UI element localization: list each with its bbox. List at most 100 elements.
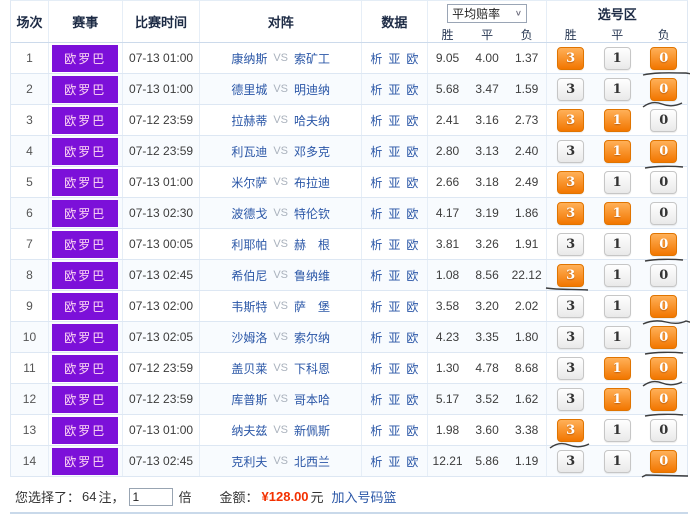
europe-odds-link[interactable]: 欧 xyxy=(406,112,418,129)
pick-button-win[interactable]: 3 xyxy=(557,356,585,380)
pick-button-draw[interactable]: 1 xyxy=(603,387,631,411)
asia-odds-link[interactable]: 亚 xyxy=(388,174,400,191)
europe-odds-link[interactable]: 欧 xyxy=(406,267,418,284)
europe-odds-link[interactable]: 欧 xyxy=(406,422,418,439)
analysis-link[interactable]: 析 xyxy=(370,112,382,129)
analysis-link[interactable]: 析 xyxy=(370,298,382,315)
home-team-link[interactable]: 拉赫蒂 xyxy=(211,112,267,129)
away-team-link[interactable]: 鲁纳维 xyxy=(294,267,350,284)
pick-button-win[interactable]: 3 xyxy=(557,387,585,411)
multiplier-input[interactable] xyxy=(128,487,173,506)
analysis-link[interactable]: 析 xyxy=(370,422,382,439)
europe-odds-link[interactable]: 欧 xyxy=(406,298,418,315)
home-team-link[interactable]: 希伯尼 xyxy=(211,267,267,284)
pick-button-win[interactable]: 3 xyxy=(557,263,585,287)
home-team-link[interactable]: 波德戈 xyxy=(211,205,267,222)
pick-button-win[interactable]: 3 xyxy=(557,294,585,318)
pick-button-lose[interactable]: 0 xyxy=(650,201,678,225)
pick-button-lose[interactable]: 0 xyxy=(650,263,678,287)
pick-button-win[interactable]: 3 xyxy=(557,108,585,132)
europe-odds-link[interactable]: 欧 xyxy=(406,391,418,408)
away-team-link[interactable]: 赫 根 xyxy=(294,236,350,253)
home-team-link[interactable]: 利耶帕 xyxy=(211,236,267,253)
europe-odds-link[interactable]: 欧 xyxy=(406,205,418,222)
pick-button-draw[interactable]: 1 xyxy=(603,449,631,473)
europe-odds-link[interactable]: 欧 xyxy=(406,360,418,377)
pick-button-draw[interactable]: 1 xyxy=(603,294,631,318)
pick-button-win[interactable]: 3 xyxy=(557,77,585,101)
pick-button-lose[interactable]: 0 xyxy=(650,108,678,132)
europe-odds-link[interactable]: 欧 xyxy=(406,143,418,160)
away-team-link[interactable]: 索矿工 xyxy=(294,50,350,67)
pick-button-draw[interactable]: 1 xyxy=(603,325,631,349)
pick-button-draw[interactable]: 1 xyxy=(603,201,631,225)
asia-odds-link[interactable]: 亚 xyxy=(388,422,400,439)
asia-odds-link[interactable]: 亚 xyxy=(388,298,400,315)
home-team-link[interactable]: 米尔萨 xyxy=(211,174,267,191)
asia-odds-link[interactable]: 亚 xyxy=(388,205,400,222)
analysis-link[interactable]: 析 xyxy=(370,453,382,470)
asia-odds-link[interactable]: 亚 xyxy=(388,143,400,160)
analysis-link[interactable]: 析 xyxy=(370,143,382,160)
away-team-link[interactable]: 新佩斯 xyxy=(294,422,350,439)
pick-button-lose[interactable]: 0 xyxy=(650,387,678,411)
pick-button-win[interactable]: 3 xyxy=(557,418,585,442)
europe-odds-link[interactable]: 欧 xyxy=(406,329,418,346)
home-team-link[interactable]: 康纳斯 xyxy=(211,50,267,67)
pick-button-lose[interactable]: 0 xyxy=(650,46,678,70)
asia-odds-link[interactable]: 亚 xyxy=(388,391,400,408)
away-team-link[interactable]: 下科恩 xyxy=(294,360,350,377)
europe-odds-link[interactable]: 欧 xyxy=(406,50,418,67)
analysis-link[interactable]: 析 xyxy=(370,174,382,191)
home-team-link[interactable]: 克利夫 xyxy=(211,453,267,470)
home-team-link[interactable]: 盖贝莱 xyxy=(211,360,267,377)
europe-odds-link[interactable]: 欧 xyxy=(406,174,418,191)
pick-button-lose[interactable]: 0 xyxy=(650,170,678,194)
pick-button-win[interactable]: 3 xyxy=(557,139,585,163)
pick-button-lose[interactable]: 0 xyxy=(650,449,678,473)
pick-button-win[interactable]: 3 xyxy=(557,170,585,194)
analysis-link[interactable]: 析 xyxy=(370,267,382,284)
away-team-link[interactable]: 布拉迪 xyxy=(294,174,350,191)
pick-button-win[interactable]: 3 xyxy=(557,232,585,256)
pick-button-win[interactable]: 3 xyxy=(557,46,585,70)
pick-button-lose[interactable]: 0 xyxy=(650,77,678,101)
analysis-link[interactable]: 析 xyxy=(370,205,382,222)
away-team-link[interactable]: 哥本哈 xyxy=(294,391,350,408)
pick-button-win[interactable]: 3 xyxy=(557,201,585,225)
europe-odds-link[interactable]: 欧 xyxy=(406,81,418,98)
pick-button-draw[interactable]: 1 xyxy=(603,139,631,163)
europe-odds-link[interactable]: 欧 xyxy=(406,236,418,253)
analysis-link[interactable]: 析 xyxy=(370,50,382,67)
away-team-link[interactable]: 索尔纳 xyxy=(294,329,350,346)
pick-button-draw[interactable]: 1 xyxy=(603,232,631,256)
pick-button-draw[interactable]: 1 xyxy=(603,77,631,101)
pick-button-draw[interactable]: 1 xyxy=(603,418,631,442)
away-team-link[interactable]: 特伦钦 xyxy=(294,205,350,222)
asia-odds-link[interactable]: 亚 xyxy=(388,236,400,253)
asia-odds-link[interactable]: 亚 xyxy=(388,329,400,346)
pick-button-lose[interactable]: 0 xyxy=(650,294,678,318)
europe-odds-link[interactable]: 欧 xyxy=(406,453,418,470)
analysis-link[interactable]: 析 xyxy=(370,81,382,98)
pick-button-draw[interactable]: 1 xyxy=(603,356,631,380)
add-to-basket-link[interactable]: 加入号码篮 xyxy=(332,487,397,506)
pick-button-lose[interactable]: 0 xyxy=(650,418,678,442)
away-team-link[interactable]: 明迪纳 xyxy=(294,81,350,98)
away-team-link[interactable]: 哈夫纳 xyxy=(294,112,350,129)
home-team-link[interactable]: 纳夫兹 xyxy=(211,422,267,439)
pick-button-draw[interactable]: 1 xyxy=(603,263,631,287)
asia-odds-link[interactable]: 亚 xyxy=(388,453,400,470)
away-team-link[interactable]: 北西兰 xyxy=(294,453,350,470)
home-team-link[interactable]: 库普斯 xyxy=(211,391,267,408)
asia-odds-link[interactable]: 亚 xyxy=(388,360,400,377)
pick-button-draw[interactable]: 1 xyxy=(603,170,631,194)
pick-button-lose[interactable]: 0 xyxy=(650,232,678,256)
pick-button-lose[interactable]: 0 xyxy=(650,325,678,349)
pick-button-lose[interactable]: 0 xyxy=(650,356,678,380)
asia-odds-link[interactable]: 亚 xyxy=(388,267,400,284)
home-team-link[interactable]: 沙姆洛 xyxy=(211,329,267,346)
home-team-link[interactable]: 德里城 xyxy=(211,81,267,98)
analysis-link[interactable]: 析 xyxy=(370,236,382,253)
home-team-link[interactable]: 利瓦迪 xyxy=(211,143,267,160)
